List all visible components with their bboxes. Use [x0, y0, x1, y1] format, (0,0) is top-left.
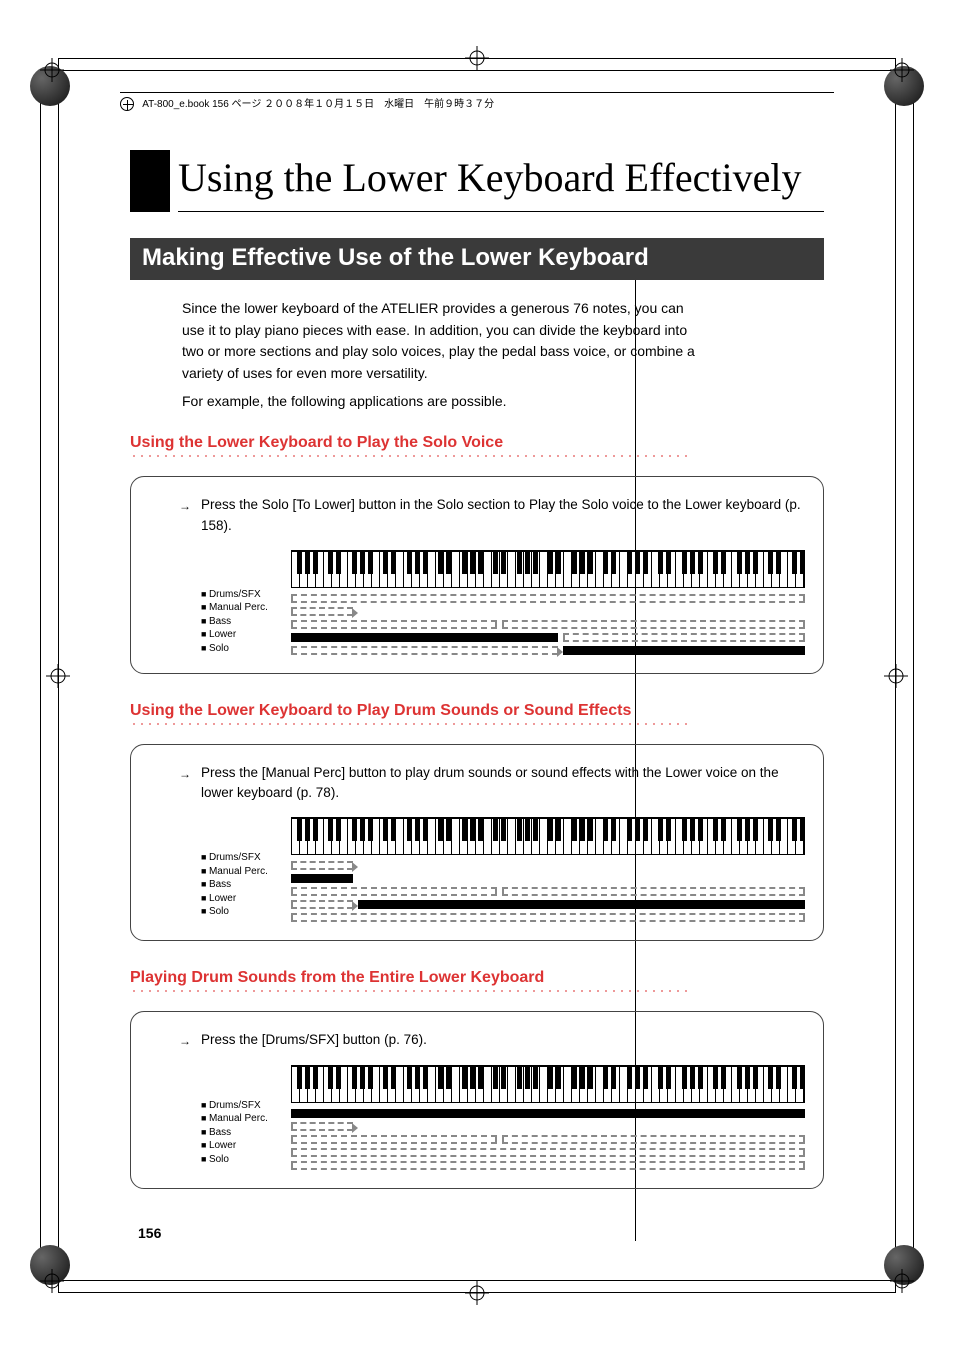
registration-mark [46, 664, 70, 688]
keyboard-wrap [291, 817, 805, 926]
subheading-solo-voice: Using the Lower Keyboard to Play the Sol… [130, 434, 824, 452]
section-heading: Making Effective Use of the Lower Keyboa… [130, 238, 824, 280]
range-drums [291, 861, 805, 870]
example-box-drums-sfx: → Press the [Drums/SFX] button (p. 76). … [130, 1011, 824, 1188]
range-lower [291, 900, 805, 909]
label-solo: Solo [201, 642, 291, 656]
chapter-title: Using the Lower Keyboard Effectively [178, 150, 824, 212]
step-text: → Press the Solo [To Lower] button in th… [201, 495, 805, 536]
dotted-rule [130, 722, 690, 726]
header-text: AT-800_e.book 156 ページ ２００８年１０月１５日 水曜日 午前… [142, 99, 494, 110]
registration-mark [465, 46, 489, 70]
keyboard-wrap [291, 1065, 805, 1174]
running-header: AT-800_e.book 156 ページ ２００８年１０月１５日 水曜日 午前… [120, 92, 834, 111]
subheading-manual-perc: Using the Lower Keyboard to Play Drum So… [130, 702, 824, 720]
keyboard-graphic [291, 817, 805, 855]
chapter-tab [130, 150, 170, 212]
arrow-icon: → [179, 765, 191, 783]
page-content: Using the Lower Keyboard Effectively Mak… [130, 150, 824, 1217]
range-drums [291, 1109, 805, 1118]
range-drums [291, 594, 805, 603]
range-manual [291, 874, 805, 883]
example-box-solo: → Press the Solo [To Lower] button in th… [130, 476, 824, 674]
book-icon [120, 97, 134, 111]
range-bass [291, 620, 805, 629]
range-labels: Drums/SFX Manual Perc. Bass Lower Solo [201, 1065, 291, 1167]
keyboard-graphic [291, 550, 805, 588]
registration-mark-corner [40, 58, 64, 82]
dotted-rule [130, 989, 690, 993]
example-box-manual-perc: → Press the [Manual Perc] button to play… [130, 744, 824, 942]
range-lower [291, 633, 805, 642]
page-number: 156 [138, 1225, 161, 1241]
range-manual [291, 1122, 805, 1131]
label-drums: Drums/SFX [201, 1099, 291, 1113]
range-lower [291, 1148, 805, 1157]
label-solo: Solo [201, 905, 291, 919]
label-manual: Manual Perc. [201, 601, 291, 615]
label-lower: Lower [201, 1139, 291, 1153]
range-manual [291, 607, 805, 616]
label-drums: Drums/SFX [201, 851, 291, 865]
range-bass [291, 887, 805, 896]
step-text: → Press the [Drums/SFX] button (p. 76). [201, 1030, 805, 1050]
label-manual: Manual Perc. [201, 1112, 291, 1126]
registration-mark-corner [40, 1269, 64, 1293]
range-solo [291, 913, 805, 922]
arrow-icon: → [179, 1032, 191, 1050]
registration-mark [465, 1281, 489, 1305]
keyboard-diagram: Drums/SFX Manual Perc. Bass Lower Solo [201, 817, 805, 926]
subheading-drums-sfx: Playing Drum Sounds from the Entire Lowe… [130, 969, 824, 987]
dotted-rule [130, 454, 690, 458]
label-solo: Solo [201, 1153, 291, 1167]
step-body: Press the [Drums/SFX] button (p. 76). [201, 1032, 427, 1047]
label-bass: Bass [201, 878, 291, 892]
label-bass: Bass [201, 615, 291, 629]
label-lower: Lower [201, 628, 291, 642]
range-labels: Drums/SFX Manual Perc. Bass Lower Solo [201, 550, 291, 656]
keyboard-diagram: Drums/SFX Manual Perc. Bass Lower Solo [201, 550, 805, 659]
keyboard-graphic [291, 1065, 805, 1103]
label-manual: Manual Perc. [201, 865, 291, 879]
registration-mark [884, 664, 908, 688]
step-body: Press the Solo [To Lower] button in the … [201, 497, 801, 532]
range-labels: Drums/SFX Manual Perc. Bass Lower Solo [201, 817, 291, 919]
registration-mark-corner [890, 1269, 914, 1293]
range-solo [291, 1161, 805, 1170]
chapter-title-row: Using the Lower Keyboard Effectively [130, 150, 824, 212]
intro-text: Since the lower keyboard of the ATELIER … [182, 298, 702, 412]
intro-paragraph: For example, the following applications … [182, 391, 702, 413]
range-solo [291, 646, 805, 655]
keyboard-diagram: Drums/SFX Manual Perc. Bass Lower Solo [201, 1065, 805, 1174]
step-text: → Press the [Manual Perc] button to play… [201, 763, 805, 804]
keyboard-wrap [291, 550, 805, 659]
step-body: Press the [Manual Perc] button to play d… [201, 765, 779, 800]
intro-paragraph: Since the lower keyboard of the ATELIER … [182, 298, 702, 385]
registration-mark-corner [890, 58, 914, 82]
arrow-icon: → [179, 497, 191, 515]
label-drums: Drums/SFX [201, 588, 291, 602]
label-bass: Bass [201, 1126, 291, 1140]
range-bass [291, 1135, 805, 1144]
label-lower: Lower [201, 892, 291, 906]
